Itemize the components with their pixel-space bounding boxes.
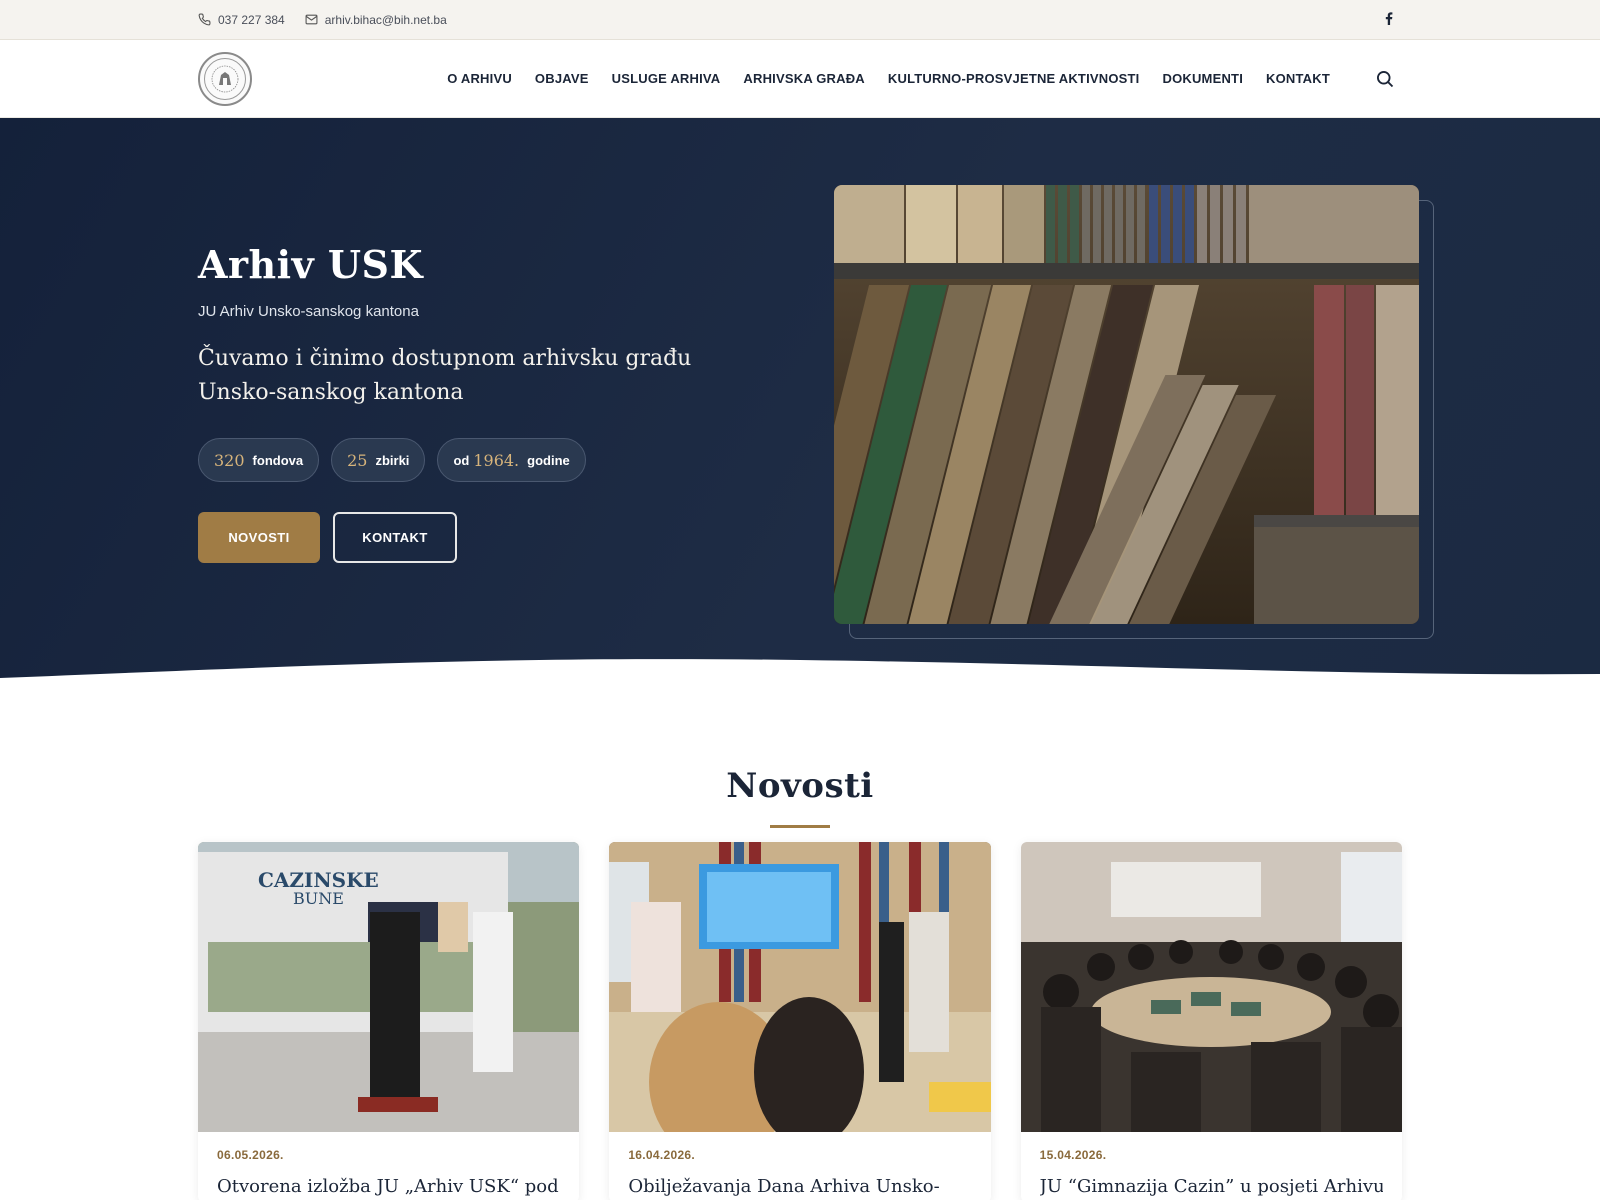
svg-text:BUNE: BUNE: [293, 889, 344, 908]
mail-icon: [305, 14, 318, 25]
phone-icon: [198, 13, 211, 26]
hero-title: Arhiv USK: [198, 242, 423, 287]
stat-badge-zbirki: 25 zbirki: [331, 438, 426, 482]
stat-label: fondova: [252, 452, 304, 468]
news-card-image: CAZINSKE BUNE: [198, 842, 580, 1132]
nav-kulturno-prosvjetne-aktivnosti[interactable]: KULTURNO-PROSVJETNE AKTIVNOSTI: [888, 71, 1140, 86]
stat-badge-godine: od 1964. godine: [437, 438, 586, 482]
news-card-body: 06.05.2026. Otvorena izložba JU „Arhiv U…: [198, 1132, 579, 1200]
news-card-date: 15.04.2026.: [1039, 1148, 1107, 1162]
nav-usluge-arhiva[interactable]: USLUGE ARHIVA: [612, 71, 721, 86]
news-card[interactable]: CAZINSKE BUNE 06.05.2026. Otvorena izlož…: [198, 842, 580, 1200]
phone-number: 037 227 384: [218, 12, 285, 27]
main-nav: O ARHIVU OBJAVE USLUGE ARHIVA ARHIVSKA G…: [424, 71, 1330, 86]
nav-kontakt[interactable]: KONTAKT: [1266, 71, 1330, 86]
hero-text: Arhiv USK JU Arhiv Unsko-sanskog kantona…: [198, 242, 718, 563]
archive-seal-logo[interactable]: [198, 51, 252, 106]
stat-label: godine: [527, 452, 570, 468]
stat-label: zbirki: [375, 452, 410, 468]
stat-number: 25: [347, 450, 368, 470]
email-address: arhiv.bihac@bih.net.ba: [324, 12, 447, 27]
news-cards: CAZINSKE BUNE 06.05.2026. Otvorena izlož…: [0, 842, 1600, 1200]
news-card-date: 06.05.2026.: [217, 1148, 284, 1162]
news-card-body: 15.04.2026. JU “Gimnazija Cazin” u posje…: [1021, 1132, 1402, 1200]
news-card-image: [1020, 842, 1402, 1132]
news-card[interactable]: 16.04.2026. Obilježavanja Dana Arhiva Un…: [609, 842, 991, 1200]
stat-prefix: od: [453, 452, 470, 468]
hero-wave-divider: [0, 659, 1600, 696]
nav-dokumenti[interactable]: DOKUMENTI: [1162, 71, 1243, 86]
news-card-title[interactable]: Otvorena izložba JU „Arhiv USK“ pod: [217, 1176, 560, 1197]
site-header: O ARHIVU OBJAVE USLUGE ARHIVA ARHIVSKA G…: [0, 40, 1600, 118]
news-card-title[interactable]: JU “Gimnazija Cazin” u posjeti Arhivu: [1040, 1176, 1383, 1197]
phone-contact[interactable]: 037 227 384: [198, 13, 285, 27]
search-icon[interactable]: [1372, 66, 1398, 92]
nav-objave[interactable]: OBJAVE: [535, 71, 589, 86]
news-card-image: [609, 842, 991, 1132]
news-heading-underline: [770, 825, 830, 828]
news-card[interactable]: 15.04.2026. JU “Gimnazija Cazin” u posje…: [1020, 842, 1402, 1200]
news-section: Novosti CAZINSKE BUNE 06.05.2026. Otvore…: [0, 766, 1600, 1200]
news-card-title[interactable]: Obilježavanja Dana Arhiva Unsko-: [628, 1176, 971, 1197]
nav-o-arhivu[interactable]: O ARHIVU: [447, 71, 512, 86]
nav-arhivska-gradja[interactable]: ARHIVSKA GRAĐA: [743, 71, 865, 86]
news-heading: Novosti: [726, 766, 874, 806]
stat-number: 320: [214, 450, 245, 470]
facebook-icon[interactable]: [1384, 11, 1394, 28]
hero-stats: 320 fondova 25 zbirki od 1964. godine: [198, 438, 718, 482]
email-contact[interactable]: arhiv.bihac@bih.net.ba: [305, 13, 447, 27]
hero-tagline: Čuvamo i činimo dostupnom arhivsku građu…: [198, 346, 692, 405]
stat-badge-fondova: 320 fondova: [198, 438, 320, 482]
kontakt-button[interactable]: KONTAKT: [333, 512, 457, 563]
hero-subtitle: JU Arhiv Unsko-sanskog kantona: [198, 303, 419, 320]
stat-number: 1964.: [473, 450, 520, 470]
hero-buttons: NOVOSTI KONTAKT: [198, 512, 718, 563]
news-card-date: 16.04.2026.: [628, 1148, 696, 1162]
top-bar: 037 227 384 arhiv.bihac@bih.net.ba: [0, 0, 1600, 40]
hero-section: Arhiv USK JU Arhiv Unsko-sanskog kantona…: [0, 118, 1600, 696]
news-card-body: 16.04.2026. Obilježavanja Dana Arhiva Un…: [609, 1132, 990, 1200]
novosti-button[interactable]: NOVOSTI: [198, 512, 320, 563]
archive-shelves-image: [834, 185, 1419, 624]
